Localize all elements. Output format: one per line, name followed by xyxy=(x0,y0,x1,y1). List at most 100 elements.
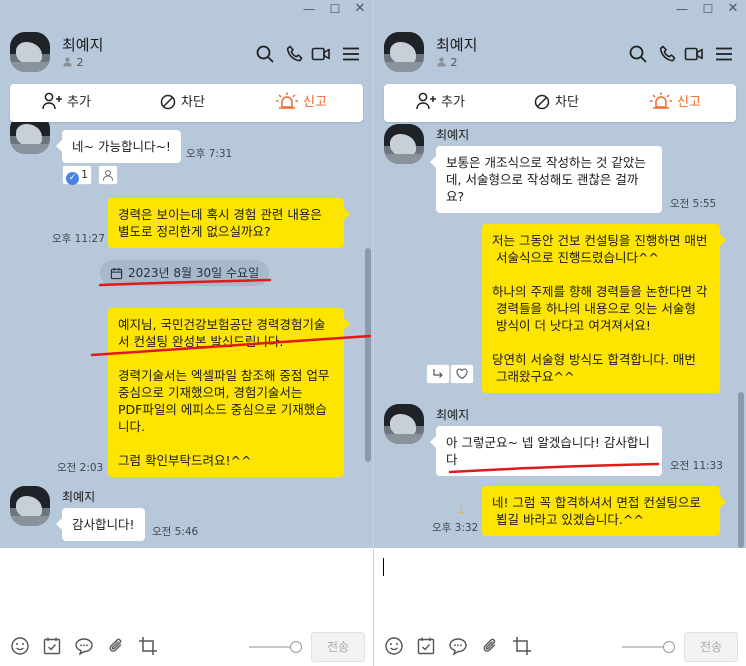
calendar-check-icon[interactable] xyxy=(42,636,62,656)
emoticon-icon[interactable] xyxy=(10,636,30,656)
message-time: 오전 11:33 xyxy=(670,460,723,472)
minimize-button[interactable]: — xyxy=(674,1,690,17)
title-bar: — ☐ ✕ xyxy=(0,0,373,18)
chat-window-right: — ☐ ✕ 최예지 2 추가 차단 신고 최예지 보통은 개조식으로 작성하는 … xyxy=(373,0,746,666)
chat-window-left: — ☐ ✕ 최예지 2 추가 차단 신고 네~ 가능합니다~! 오후 7:31 … xyxy=(0,0,373,666)
message-input-area[interactable]: 전송 xyxy=(0,548,373,666)
message-time: 오후 3:32 xyxy=(432,522,479,534)
block-button[interactable]: 차단 xyxy=(160,84,205,122)
message-time: 오전 2:03 xyxy=(57,462,104,474)
add-person-icon xyxy=(416,92,436,110)
send-button[interactable]: 전송 xyxy=(684,632,738,662)
message-bubble[interactable]: 감사합니다! xyxy=(56,508,145,541)
scrollbar[interactable] xyxy=(365,122,371,548)
slider-knob[interactable] xyxy=(290,641,302,653)
add-person-icon xyxy=(42,92,62,110)
report-button[interactable]: 신고 xyxy=(276,84,327,122)
add-friend-button[interactable]: 추가 xyxy=(416,84,465,122)
report-button[interactable]: 신고 xyxy=(650,84,701,122)
close-button[interactable]: ✕ xyxy=(725,1,741,17)
siren-icon xyxy=(650,92,672,109)
block-icon xyxy=(534,94,550,110)
date-text: 2023년 8월 30일 수요일 xyxy=(128,266,260,280)
speech-bubble-icon[interactable] xyxy=(74,636,94,656)
maximize-button[interactable]: ☐ xyxy=(327,1,343,17)
video-call-icon[interactable] xyxy=(311,44,331,64)
message-time: 오후 7:31 xyxy=(186,148,233,160)
sender-avatar[interactable] xyxy=(384,404,424,444)
chat-header: 최예지 2 xyxy=(374,26,746,80)
message-input-area[interactable]: 전송 xyxy=(374,548,746,666)
calendar-check-icon[interactable] xyxy=(416,636,436,656)
block-label: 차단 xyxy=(555,95,579,110)
add-friend-button[interactable]: 추가 xyxy=(42,84,91,122)
search-icon[interactable] xyxy=(628,44,648,64)
scrollbar[interactable] xyxy=(738,122,744,548)
like-button[interactable] xyxy=(450,364,474,384)
send-button[interactable]: 전송 xyxy=(311,632,365,662)
friend-action-bar: 추가 차단 신고 xyxy=(384,84,736,122)
message-bubble[interactable]: 아 그렇군요~ 넵 알겠습니다! 감사합니 다 xyxy=(430,426,662,476)
reaction-like[interactable]: ✓ 1 xyxy=(62,165,92,185)
message-list: 네~ 가능합니다~! 오후 7:31 ✓ 1 경력은 보이는데 혹시 경험 관련 … xyxy=(0,122,373,548)
opacity-slider[interactable] xyxy=(622,641,675,653)
scrollbar-thumb[interactable] xyxy=(738,392,744,548)
siren-icon xyxy=(276,92,298,109)
paperclip-icon[interactable] xyxy=(106,636,126,656)
person-icon xyxy=(63,57,72,67)
minimize-button[interactable]: — xyxy=(301,1,317,17)
search-icon[interactable] xyxy=(255,44,275,64)
emoticon-icon[interactable] xyxy=(384,636,404,656)
message-bubble[interactable]: 저는 그동안 건보 컨설팅을 진행하면 매번 서술식으로 진행드렸습니다^^ 하… xyxy=(482,224,726,393)
block-label: 차단 xyxy=(181,95,205,110)
text-caret xyxy=(383,558,384,576)
crop-icon[interactable] xyxy=(512,636,532,656)
menu-icon[interactable] xyxy=(714,44,734,64)
block-button[interactable]: 차단 xyxy=(534,84,579,122)
sender-avatar[interactable] xyxy=(10,122,50,154)
add-label: 추가 xyxy=(441,95,465,110)
check-icon: ✓ xyxy=(66,172,79,185)
scrollbar-thumb[interactable] xyxy=(365,248,371,462)
calendar-icon xyxy=(110,267,123,280)
phone-icon[interactable] xyxy=(285,44,305,64)
crop-icon[interactable] xyxy=(138,636,158,656)
member-count: 2 xyxy=(436,56,458,69)
opacity-slider[interactable] xyxy=(249,641,302,653)
heart-icon xyxy=(456,368,468,380)
speech-bubble-icon[interactable] xyxy=(448,636,468,656)
message-bubble[interactable]: 네~ 가능합니다~! xyxy=(56,130,181,163)
paperclip-icon[interactable] xyxy=(480,636,500,656)
unread-count: 1 xyxy=(458,505,465,516)
menu-icon[interactable] xyxy=(341,44,361,64)
video-call-icon[interactable] xyxy=(684,44,704,64)
message-bubble[interactable]: 경력은 보이는데 혹시 경험 관련 내용은 별도로 정리한게 없으실까요? xyxy=(108,198,350,248)
sender-avatar[interactable] xyxy=(384,124,424,164)
chat-header: 최예지 2 xyxy=(0,26,373,80)
profile-avatar[interactable] xyxy=(384,32,424,72)
title-bar: — ☐ ✕ xyxy=(374,0,746,18)
chat-name: 최예지 xyxy=(436,36,478,54)
member-count: 2 xyxy=(62,56,84,69)
sender-avatar[interactable] xyxy=(10,486,50,526)
close-button[interactable]: ✕ xyxy=(352,1,368,17)
reply-button[interactable] xyxy=(426,364,450,384)
maximize-button[interactable]: ☐ xyxy=(700,1,716,17)
chat-name: 최예지 xyxy=(62,36,104,54)
report-label: 신고 xyxy=(303,95,327,110)
message-list: 최예지 보통은 개조식으로 작성하는 것 같았는 데, 서술형으로 작성해도 괜… xyxy=(374,122,746,548)
reaction-add[interactable] xyxy=(98,165,118,185)
profile-avatar[interactable] xyxy=(10,32,50,72)
slider-knob[interactable] xyxy=(663,641,675,653)
friend-action-bar: 추가 차단 신고 xyxy=(10,84,363,122)
message-bubble[interactable]: 예지님, 국민건강보험공단 경력경험기술 서 컨설팅 완성본 발신드립니다. 경… xyxy=(108,308,350,477)
report-label: 신고 xyxy=(677,95,701,110)
phone-icon[interactable] xyxy=(658,44,678,64)
message-bubble[interactable]: 보통은 개조식으로 작성하는 것 같았는 데, 서술형으로 작성해도 괜찮은 걸… xyxy=(430,146,662,213)
message-time: 오전 5:46 xyxy=(152,526,199,538)
date-divider: 2023년 8월 30일 수요일 xyxy=(100,260,270,286)
message-bubble[interactable]: 네! 그럼 꼭 합격하셔서 면접 컨설팅으로 뵙길 바라고 있겠습니다.^^ xyxy=(482,486,726,536)
sender-name: 최예지 xyxy=(436,408,470,422)
reply-arrow-icon xyxy=(433,369,443,378)
block-icon xyxy=(160,94,176,110)
